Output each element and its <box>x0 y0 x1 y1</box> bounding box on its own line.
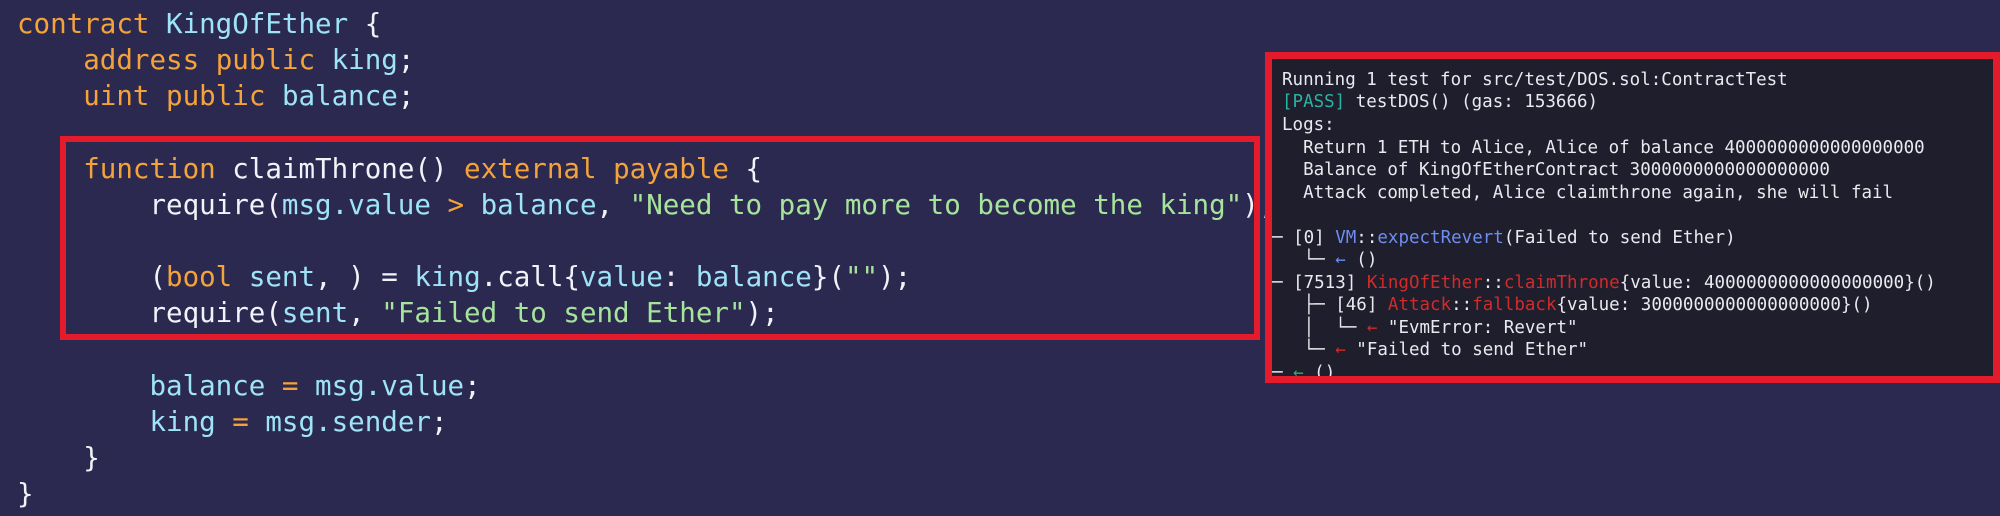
highlight-box-code <box>60 136 1260 340</box>
code-line-1: contract KingOfEther { <box>17 8 382 40</box>
terminal-trace-final-return: ─ ← () <box>1272 363 1336 383</box>
return-arrow-icon: ← <box>1335 340 1346 360</box>
terminal-line-logs: Logs: <box>1282 115 1335 135</box>
code-line-2: address public king; <box>83 44 415 76</box>
code-line-3: uint public balance; <box>83 80 415 112</box>
terminal-line-running: Running 1 test for src/test/DOS.sol:Cont… <box>1282 70 1788 90</box>
code-line-14: } <box>17 478 34 510</box>
terminal-trace-fallback: ├─ [46] Attack::fallback{value: 30000000… <box>1272 295 1873 315</box>
terminal-line-log-2: Balance of KingOfEtherContract 300000000… <box>1282 160 1830 180</box>
code-line-12: king = msg.sender; <box>149 406 448 438</box>
terminal-trace-vm: ─ [0] VM::expectRevert(Failed to send Et… <box>1272 228 1736 248</box>
code-line-13: } <box>83 442 100 474</box>
terminal-line-log-3: Attack completed, Alice claimthrone agai… <box>1282 183 1894 203</box>
terminal-output-panel: Running 1 test for src/test/DOS.sol:Cont… <box>1265 52 2000 383</box>
terminal-trace-failed: └─ ← "Failed to send Ether" <box>1272 340 1589 360</box>
terminal-trace-claimthrone: ─ [7513] KingOfEther::claimThrone{value:… <box>1272 273 1936 293</box>
terminal-line-log-1: Return 1 ETH to Alice, Alice of balance … <box>1282 138 1925 158</box>
pass-badge: [PASS] <box>1282 92 1346 112</box>
terminal-trace-vm-return: └─ ← () <box>1272 250 1378 270</box>
terminal-line-pass: [PASS] testDOS() (gas: 153666) <box>1282 92 1599 112</box>
terminal-trace-evmerror: │ └─ ← "EvmError: Revert" <box>1272 318 1578 338</box>
code-line-11: balance = msg.value; <box>149 370 481 402</box>
return-arrow-icon: ← <box>1335 250 1346 270</box>
return-arrow-icon: ← <box>1366 318 1378 338</box>
return-arrow-icon: ← <box>1293 363 1304 383</box>
